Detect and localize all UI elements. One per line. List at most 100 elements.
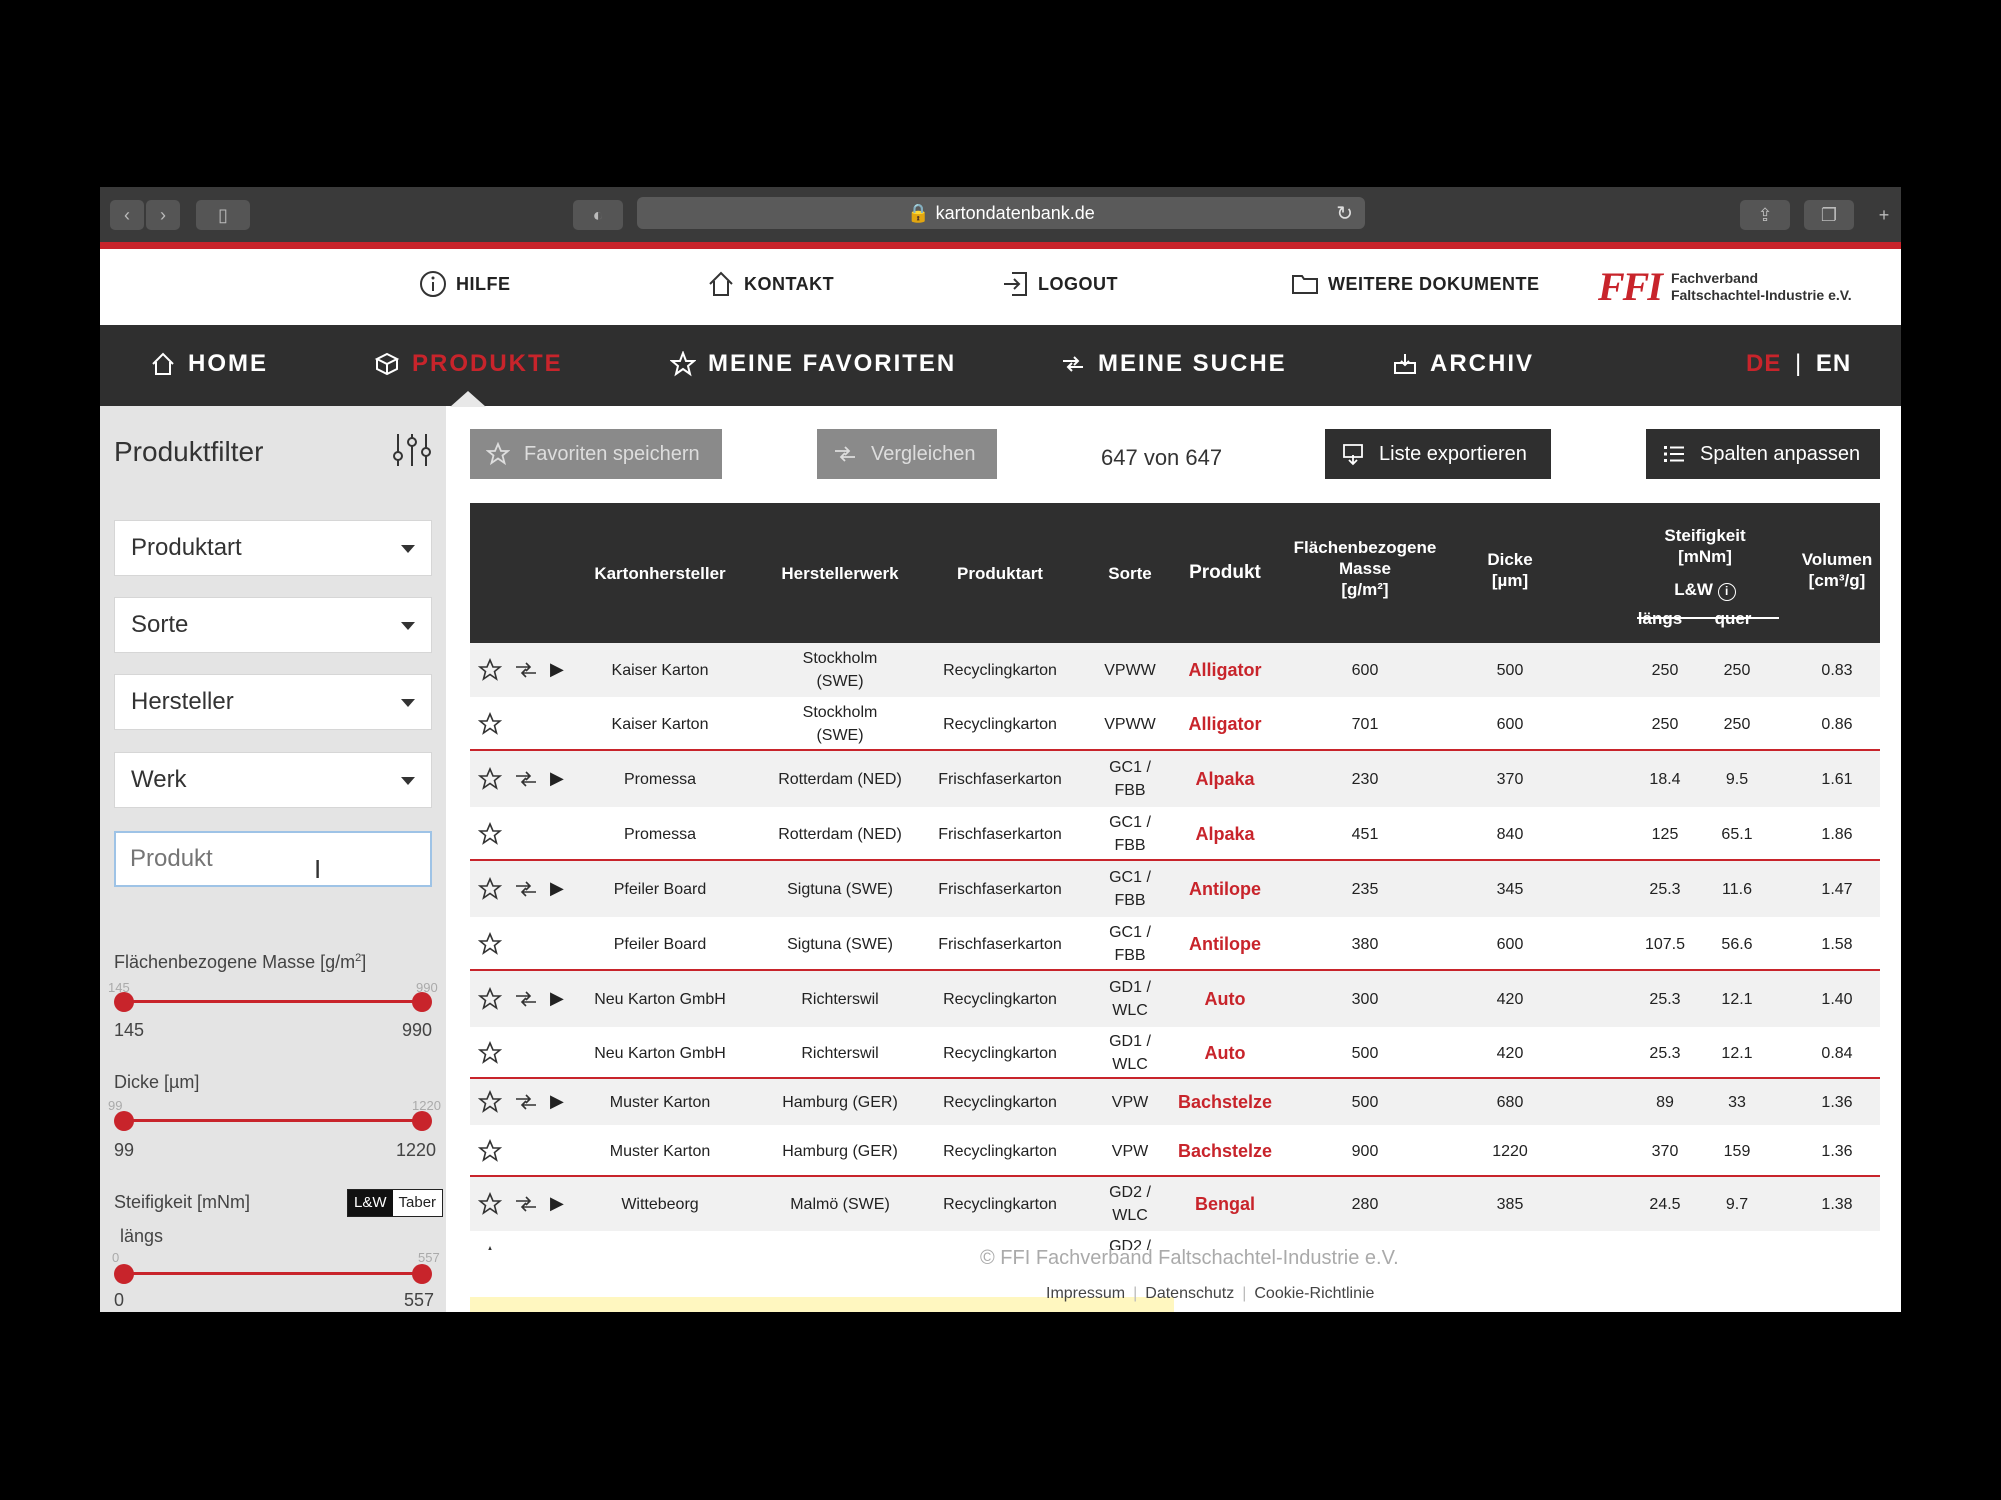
favorite-star-icon[interactable] [478,1192,502,1216]
stiffness-min-handle[interactable] [114,1264,134,1284]
filter-mill[interactable]: Werk [114,752,432,808]
product-name-link[interactable]: Alligator [1175,713,1275,736]
sidebar-toggle-icon[interactable]: ▯ [196,200,250,230]
nav-home[interactable]: HOME [150,350,268,378]
filter-manufacturer[interactable]: Hersteller [114,674,432,730]
col-grade[interactable]: Sorte [1090,563,1170,584]
table-row[interactable]: ▶ Wittebeorg Malmö (SWE) Recyclingkarton GD2… [470,1177,1880,1231]
filter-product-type[interactable]: Produktart [114,520,432,576]
filter-grade[interactable]: Sorte [114,597,432,653]
product-name-link[interactable]: Antilope [1175,878,1275,901]
expand-arrow-icon[interactable]: ▶ [550,988,564,1009]
favorite-star-icon[interactable] [478,658,502,682]
mass-max-handle[interactable] [412,992,432,1012]
product-name-link[interactable]: Bachstelze [1175,1091,1275,1114]
col-mill[interactable]: Herstellerwerk [760,563,920,584]
forward-icon[interactable]: › [146,200,180,230]
table-row[interactable]: ▶ Neu Karton GmbH Richterswil Recyclingkart… [470,971,1880,1027]
table-row[interactable]: ▶ Pfeiler Board Sigtuna (SWE) Frischfaserka… [470,861,1880,917]
expand-arrow-icon[interactable]: ▶ [550,878,564,899]
privacy-shield-icon[interactable]: ◐ [573,200,623,230]
ffi-logo[interactable]: FFI Fachverband Faltschachtel-Industrie … [1598,263,1852,310]
favorite-star-icon[interactable] [478,932,502,956]
col-mass[interactable]: Flächenbezogene Masse [g/m²] [1280,537,1450,600]
back-icon[interactable]: ‹ [110,200,144,230]
product-search-input[interactable] [114,831,432,887]
adjust-columns-button[interactable]: Spalten anpassen [1646,429,1880,479]
contact-link[interactable]: KONTAKT [706,269,834,299]
mass-range-track[interactable] [122,1000,422,1003]
logout-link[interactable]: LOGOUT [1000,269,1118,299]
table-row[interactable]: ▶ Promessa Rotterdam (NED) Frischfaserkarto… [470,751,1880,807]
stiffness-range-track[interactable] [122,1272,422,1275]
table-row[interactable]: ▶ Muster Karton Hamburg (GER) Recyclingkart… [470,1079,1880,1125]
favorite-star-icon[interactable] [478,1246,502,1250]
stiffness-max-handle[interactable] [412,1264,432,1284]
compare-arrows-icon[interactable] [514,877,538,901]
toggle-taber[interactable]: Taber [392,1190,443,1216]
favorite-star-icon[interactable] [478,767,502,791]
save-favorites-button[interactable]: Favoriten speichern [470,429,722,479]
nav-archive[interactable]: ARCHIV [1392,350,1534,378]
expand-arrow-icon[interactable]: ▶ [550,659,564,680]
compare-arrows-icon[interactable] [514,1090,538,1114]
compare-arrows-icon[interactable] [514,987,538,1011]
favorite-star-icon[interactable] [478,1090,502,1114]
col-stiffness[interactable]: Steifigkeit [mNm] [1630,525,1780,567]
table-row[interactable]: Pfeiler Board Sigtuna (SWE) Frischfaserkar… [470,917,1880,971]
reload-icon[interactable]: ↻ [1336,201,1353,226]
export-list-button[interactable]: Liste exportieren [1325,429,1551,479]
filter-sliders-icon[interactable] [390,430,434,470]
favorite-star-icon[interactable] [478,987,502,1011]
product-name-link[interactable]: Bachstelze [1175,1140,1275,1163]
table-row[interactable]: ▶ Kaiser Karton Stockholm (SWE) Recyclingkar… [470,643,1880,697]
product-name-link[interactable]: Auto [1175,1042,1275,1065]
nav-search[interactable]: MEINE SUCHE [1060,350,1287,378]
compare-arrows-icon[interactable] [514,658,538,682]
expand-arrow-icon[interactable]: ▶ [550,1193,564,1214]
col-volume[interactable]: Volumen [cm³/g] [1792,549,1882,591]
favorite-star-icon[interactable] [478,822,502,846]
lang-de[interactable]: DE [1746,350,1781,377]
help-link[interactable]: HILFE [418,269,511,299]
share-icon[interactable]: ⇪ [1740,200,1790,230]
compare-arrows-icon[interactable] [514,1192,538,1216]
new-tab-icon[interactable]: + [1870,200,1898,230]
nav-favorites[interactable]: MEINE FAVORITEN [670,350,956,378]
thickness-range-track[interactable] [122,1119,422,1122]
expand-arrow-icon[interactable]: ▶ [550,1091,564,1112]
product-name-link[interactable]: Antilope [1175,933,1275,956]
product-name-link[interactable]: Alpaka [1175,823,1275,846]
product-name-link[interactable]: Bengal [1175,1193,1275,1216]
thickness-min-handle[interactable] [114,1111,134,1131]
favorite-star-icon[interactable] [478,1041,502,1065]
info-icon[interactable]: i [1717,583,1736,601]
footer-impressum[interactable]: Impressum [1046,1285,1125,1303]
mass-min-handle[interactable] [114,992,134,1012]
table-row[interactable]: Neu Karton GmbH Richterswil Recyclingkarto… [470,1027,1880,1079]
favorite-star-icon[interactable] [478,1139,502,1163]
compare-arrows-icon[interactable] [514,767,538,791]
nav-products[interactable]: PRODUKTE [374,350,563,378]
col-type[interactable]: Produktart [930,563,1070,584]
toggle-lw[interactable]: L&W [348,1190,393,1216]
tabs-icon[interactable]: ❐ [1804,200,1854,230]
lang-en[interactable]: EN [1816,350,1851,377]
documents-link[interactable]: WEITERE DOKUMENTE [1290,269,1540,299]
stiffness-method-toggle[interactable]: L&W Taber [347,1189,444,1217]
expand-arrow-icon[interactable]: ▶ [550,768,564,789]
footer-datenschutz[interactable]: Datenschutz [1145,1285,1234,1303]
col-manufacturer[interactable]: Kartonhersteller [590,563,730,584]
col-thickness[interactable]: Dicke [µm] [1470,549,1550,591]
favorite-star-icon[interactable] [478,712,502,736]
address-bar[interactable]: 🔒 kartondatenbank.de ↻ [637,197,1365,229]
col-product[interactable]: Produkt [1175,562,1275,583]
product-name-link[interactable]: Auto [1175,988,1275,1011]
product-name-link[interactable]: Alligator [1175,659,1275,682]
compare-button[interactable]: Vergleichen [817,429,997,479]
table-row[interactable]: Muster Karton Hamburg (GER) Recyclingkarto… [470,1125,1880,1177]
thickness-max-handle[interactable] [412,1111,432,1131]
favorite-star-icon[interactable] [478,877,502,901]
product-name-link[interactable]: Alpaka [1175,768,1275,791]
table-row[interactable]: Promessa Rotterdam (NED) Frischfaserkarton… [470,807,1880,861]
